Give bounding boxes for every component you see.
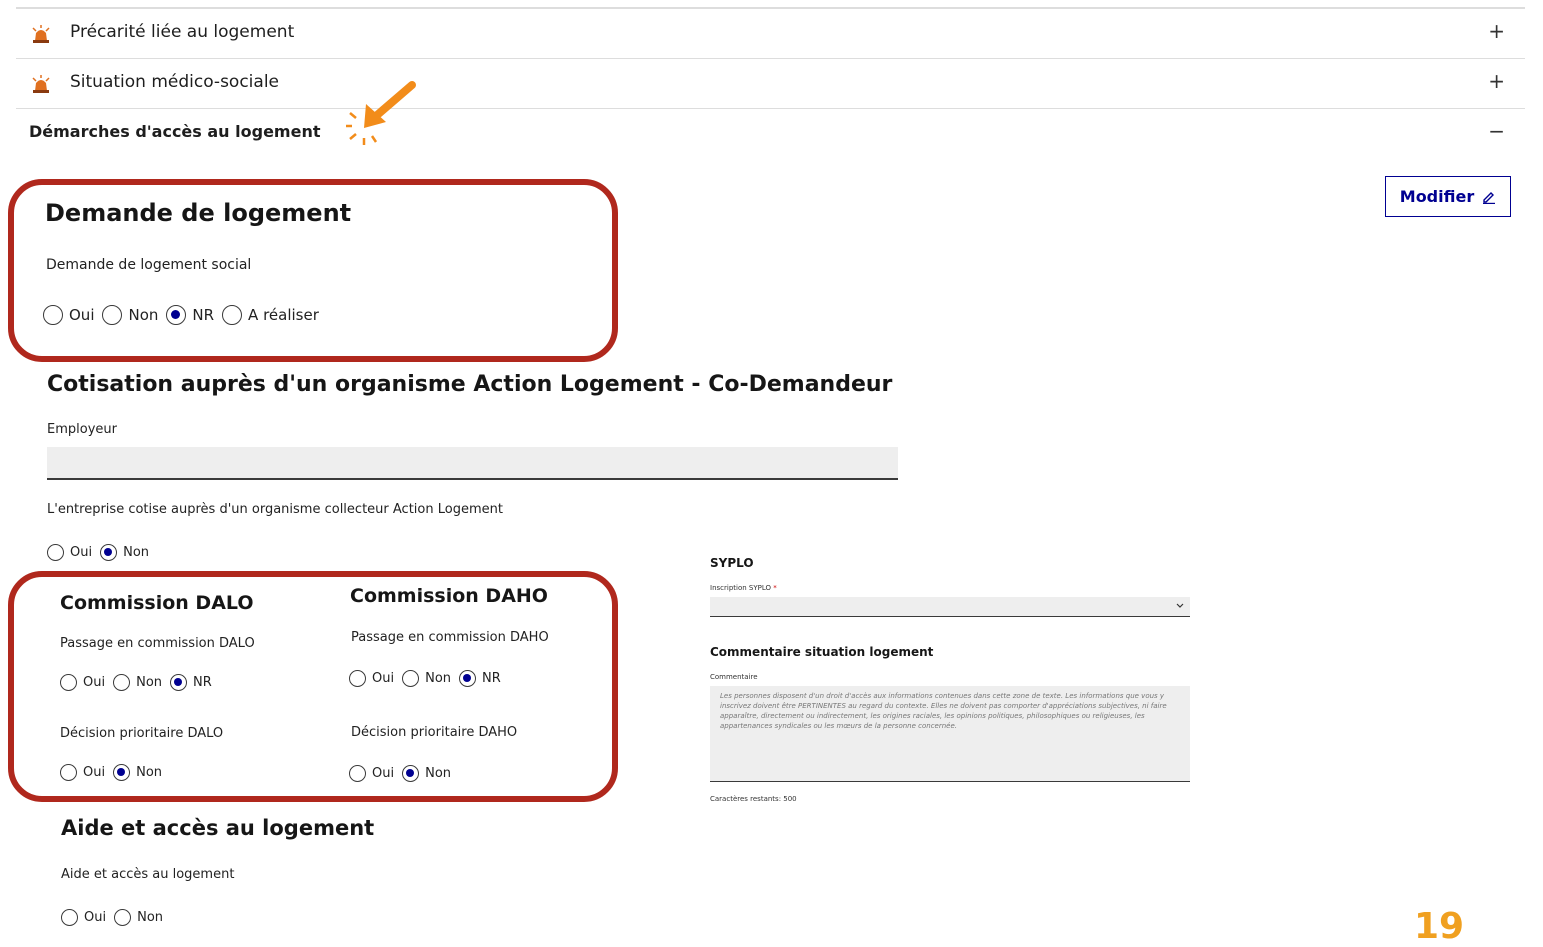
highlight-box-commissions xyxy=(8,571,618,802)
expand-icon[interactable]: + xyxy=(1488,19,1505,43)
section-title-aide: Aide et accès au logement xyxy=(61,816,375,840)
collapse-icon[interactable]: − xyxy=(1488,119,1505,143)
question-aide: Aide et accès au logement xyxy=(61,867,235,882)
syplo-label-text: Inscription SYPLO xyxy=(710,584,771,592)
radio-label: Non xyxy=(123,545,150,560)
section-title-syplo: SYPLO xyxy=(710,556,754,570)
radio-non[interactable]: Non xyxy=(100,544,149,561)
syplo-select[interactable] xyxy=(710,597,1190,617)
radio-label: Non xyxy=(137,910,164,925)
commentaire-label: Commentaire xyxy=(710,673,758,681)
radio-circle-selected xyxy=(100,544,118,561)
commentaire-textarea[interactable]: Les personnes disposent d'un droit d'acc… xyxy=(710,686,1190,782)
section-title-cotisation: Cotisation auprès d'un organisme Action … xyxy=(47,372,893,397)
pointer-arrow-icon xyxy=(346,81,416,145)
accordion-item-medico-sociale[interactable]: Situation médico-sociale + xyxy=(16,58,1525,109)
alarm-bell-icon xyxy=(32,75,50,93)
modifier-button[interactable]: Modifier xyxy=(1385,176,1511,217)
pencil-icon xyxy=(1483,191,1496,204)
radio-oui[interactable]: Oui xyxy=(47,544,92,561)
required-mark: * xyxy=(773,584,777,592)
expand-icon[interactable]: + xyxy=(1488,69,1505,93)
radio-circle xyxy=(114,909,132,926)
accordion-item-precarite[interactable]: Précarité liée au logement + xyxy=(16,8,1525,59)
accordion-label: Situation médico-sociale xyxy=(70,72,279,92)
alarm-bell-icon xyxy=(32,25,50,43)
employeur-input[interactable] xyxy=(47,447,898,480)
radio-label: Oui xyxy=(84,910,107,925)
radio-label: Oui xyxy=(70,545,93,560)
accordion-label: Démarches d'accès au logement xyxy=(29,122,321,141)
accordion-label: Précarité liée au logement xyxy=(70,22,295,42)
radio-oui[interactable]: Oui xyxy=(61,909,106,926)
modifier-label: Modifier xyxy=(1399,187,1475,206)
radio-non[interactable]: Non xyxy=(114,909,163,926)
characters-remaining: Caractères restants: 500 xyxy=(710,795,797,803)
radio-group-aide: Oui Non xyxy=(61,909,171,926)
radio-circle xyxy=(61,909,78,926)
radio-circle xyxy=(47,544,64,561)
syplo-select-label: Inscription SYPLO * xyxy=(710,584,777,592)
accordion-item-demarches[interactable]: Démarches d'accès au logement − xyxy=(16,108,1525,159)
question-cotisation: L'entreprise cotise auprès d'un organism… xyxy=(47,502,503,517)
employeur-label: Employeur xyxy=(47,422,117,437)
highlight-box-demande xyxy=(8,179,618,362)
page-number: 19 xyxy=(1414,906,1465,947)
chevron-down-icon xyxy=(1176,603,1184,608)
radio-group-cotisation: Oui Non xyxy=(47,544,157,561)
section-title-commentaire: Commentaire situation logement xyxy=(710,645,934,659)
